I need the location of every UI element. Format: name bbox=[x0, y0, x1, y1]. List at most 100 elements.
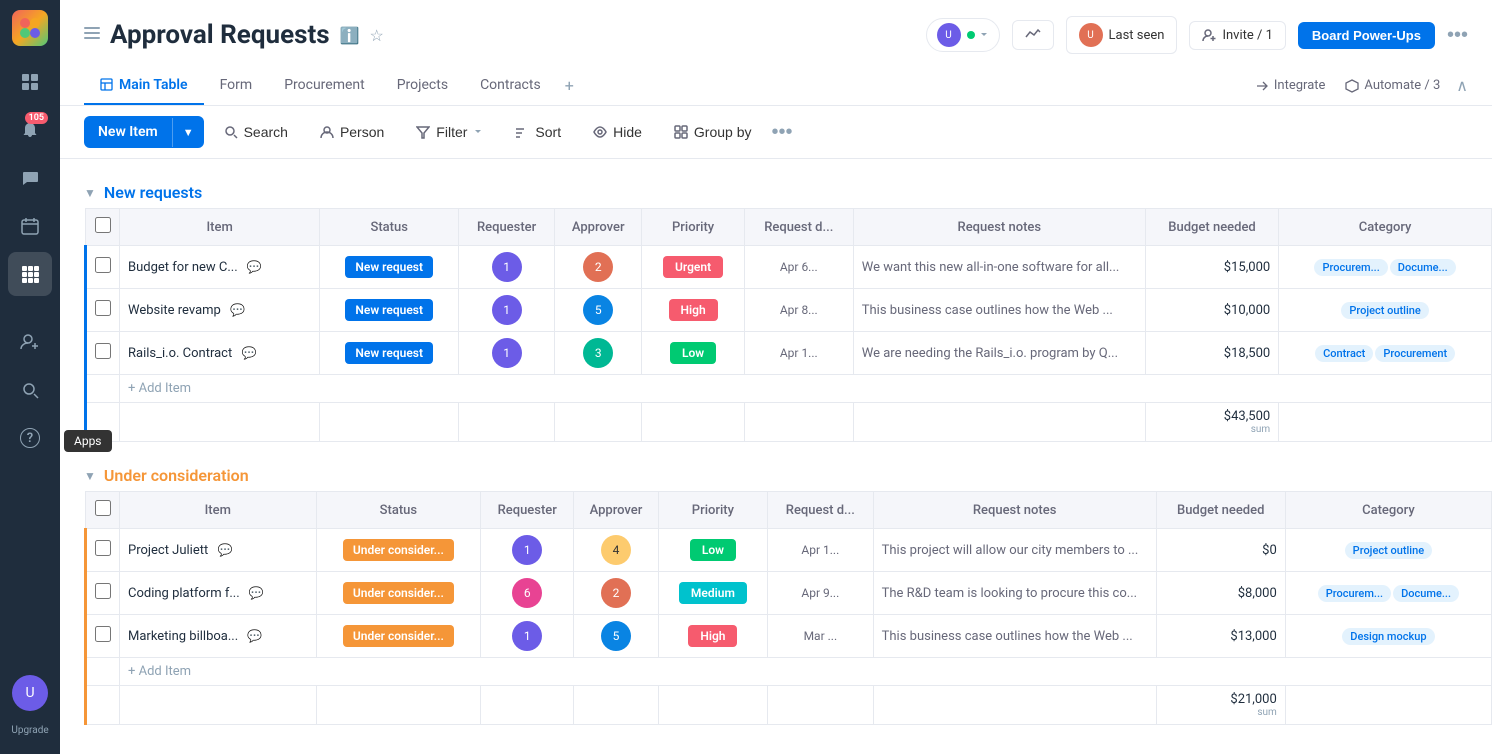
tab-procurement[interactable]: Procurement bbox=[268, 67, 381, 105]
status-badge[interactable]: Under consider... bbox=[343, 582, 454, 604]
row-approver[interactable]: 2 bbox=[574, 572, 659, 615]
add-comment-icon[interactable]: 💬 bbox=[230, 303, 245, 317]
info-icon[interactable]: ℹ️ bbox=[340, 26, 360, 45]
add-item-btn[interactable]: + Add Item bbox=[120, 375, 1492, 403]
sidebar-item-add-user[interactable] bbox=[8, 320, 52, 364]
group-header-new-requests[interactable]: ▼ New requests bbox=[84, 177, 1492, 208]
row-select-checkbox[interactable] bbox=[95, 257, 111, 273]
row-approver[interactable]: 5 bbox=[555, 289, 642, 332]
filter-btn[interactable]: Filter bbox=[404, 117, 495, 147]
category-tag[interactable]: Docume... bbox=[1393, 585, 1459, 602]
status-badge[interactable]: New request bbox=[345, 256, 433, 278]
select-all-checkbox-2[interactable] bbox=[95, 500, 111, 516]
toolbar-more-btn[interactable]: ••• bbox=[772, 121, 793, 144]
row-priority[interactable]: High bbox=[658, 615, 767, 658]
tab-projects[interactable]: Projects bbox=[381, 67, 464, 105]
sidebar-item-help[interactable]: ? bbox=[8, 416, 52, 460]
new-item-main-label[interactable]: New Item bbox=[84, 116, 172, 148]
row-select-checkbox[interactable] bbox=[95, 626, 111, 642]
status-badge[interactable]: Under consider... bbox=[343, 539, 454, 561]
last-seen-btn[interactable]: U Last seen bbox=[1066, 16, 1178, 54]
status-badge[interactable]: New request bbox=[345, 342, 433, 364]
row-item[interactable]: Website revamp 💬 bbox=[120, 289, 320, 332]
status-badge[interactable]: Under consider... bbox=[343, 625, 454, 647]
user-avatar[interactable]: U bbox=[12, 675, 48, 711]
automate-btn[interactable]: Automate / 3 bbox=[1341, 72, 1444, 99]
activity-btn[interactable] bbox=[1012, 20, 1054, 50]
row-priority[interactable]: Low bbox=[658, 529, 767, 572]
row-priority[interactable]: High bbox=[642, 289, 744, 332]
sidebar-toggle[interactable] bbox=[84, 25, 100, 45]
add-comment-icon[interactable]: 💬 bbox=[217, 543, 232, 557]
invite-btn[interactable]: Invite / 1 bbox=[1189, 21, 1285, 50]
integrate-btn[interactable]: Integrate bbox=[1251, 72, 1330, 99]
new-item-arrow[interactable]: ▼ bbox=[172, 118, 204, 147]
row-status[interactable]: New request bbox=[320, 246, 459, 289]
sidebar-item-search[interactable] bbox=[8, 368, 52, 412]
row-approver[interactable]: 2 bbox=[555, 246, 642, 289]
avatar-group-btn[interactable]: U bbox=[926, 18, 1000, 52]
row-status[interactable]: Under consider... bbox=[316, 572, 481, 615]
row-select-checkbox[interactable] bbox=[95, 540, 111, 556]
row-approver[interactable]: 5 bbox=[574, 615, 659, 658]
board-powerups-btn[interactable]: Board Power-Ups bbox=[1298, 22, 1435, 49]
add-comment-icon[interactable]: 💬 bbox=[247, 260, 262, 274]
sidebar-item-apps[interactable] bbox=[8, 252, 52, 296]
row-approver[interactable]: 4 bbox=[574, 529, 659, 572]
row-priority[interactable]: Medium bbox=[658, 572, 767, 615]
row-status[interactable]: New request bbox=[320, 289, 459, 332]
star-icon[interactable]: ☆ bbox=[370, 26, 384, 45]
upgrade-label[interactable]: Upgrade bbox=[11, 725, 48, 736]
logo[interactable] bbox=[12, 10, 48, 46]
category-tag[interactable]: Contract bbox=[1315, 345, 1373, 362]
row-item[interactable]: Marketing billboa... 💬 bbox=[120, 615, 317, 658]
category-tag[interactable]: Procurem... bbox=[1314, 259, 1387, 276]
row-item[interactable]: Coding platform f... 💬 bbox=[120, 572, 317, 615]
sidebar-item-grid[interactable] bbox=[8, 60, 52, 104]
group-header-under[interactable]: ▼ Under consideration bbox=[84, 460, 1492, 491]
tab-form[interactable]: Form bbox=[204, 67, 269, 105]
category-tag[interactable]: Docume... bbox=[1390, 259, 1456, 276]
group-chevron-new[interactable]: ▼ bbox=[84, 186, 96, 200]
category-tag[interactable]: Procurem... bbox=[1318, 585, 1391, 602]
row-requester[interactable]: 1 bbox=[459, 332, 555, 375]
row-item[interactable]: Project Juliett 💬 bbox=[120, 529, 317, 572]
row-priority[interactable]: Low bbox=[642, 332, 744, 375]
row-requester[interactable]: 1 bbox=[459, 289, 555, 332]
category-tag[interactable]: Project outline bbox=[1345, 542, 1432, 559]
group-chevron-under[interactable]: ▼ bbox=[84, 469, 96, 483]
sidebar-item-notifications[interactable]: 105 bbox=[8, 108, 52, 152]
tab-main-table[interactable]: Main Table bbox=[84, 67, 204, 105]
tab-contracts[interactable]: Contracts bbox=[464, 67, 557, 105]
row-requester[interactable]: 1 bbox=[459, 246, 555, 289]
row-item[interactable]: Budget for new C... 💬 bbox=[120, 246, 320, 289]
row-item[interactable]: Rails_i.o. Contract 💬 bbox=[120, 332, 320, 375]
sidebar-item-calendar[interactable] bbox=[8, 204, 52, 248]
row-select-checkbox[interactable] bbox=[95, 343, 111, 359]
sidebar-item-chat[interactable] bbox=[8, 156, 52, 200]
row-status[interactable]: New request bbox=[320, 332, 459, 375]
row-requester[interactable]: 1 bbox=[481, 529, 574, 572]
row-select-checkbox[interactable] bbox=[95, 300, 111, 316]
row-priority[interactable]: Urgent bbox=[642, 246, 744, 289]
row-status[interactable]: Under consider... bbox=[316, 529, 481, 572]
add-item-btn[interactable]: + Add Item bbox=[120, 658, 1492, 686]
row-approver[interactable]: 3 bbox=[555, 332, 642, 375]
row-requester[interactable]: 6 bbox=[481, 572, 574, 615]
row-status[interactable]: Under consider... bbox=[316, 615, 481, 658]
category-tag[interactable]: Project outline bbox=[1341, 302, 1428, 319]
person-btn[interactable]: Person bbox=[308, 117, 396, 147]
category-tag[interactable]: Procurement bbox=[1375, 345, 1455, 362]
add-comment-icon[interactable]: 💬 bbox=[241, 346, 256, 360]
category-tag[interactable]: Design mockup bbox=[1342, 628, 1434, 645]
tab-add-btn[interactable]: + bbox=[557, 66, 582, 105]
add-comment-icon[interactable]: 💬 bbox=[247, 629, 262, 643]
sort-btn[interactable]: Sort bbox=[503, 117, 573, 147]
new-item-btn[interactable]: New Item ▼ bbox=[84, 116, 204, 148]
group-by-btn[interactable]: Group by bbox=[662, 117, 764, 147]
row-requester[interactable]: 1 bbox=[481, 615, 574, 658]
header-more-btn[interactable]: ••• bbox=[1447, 24, 1468, 47]
row-select-checkbox[interactable] bbox=[95, 583, 111, 599]
select-all-checkbox[interactable] bbox=[95, 217, 111, 233]
add-comment-icon[interactable]: 💬 bbox=[249, 586, 264, 600]
